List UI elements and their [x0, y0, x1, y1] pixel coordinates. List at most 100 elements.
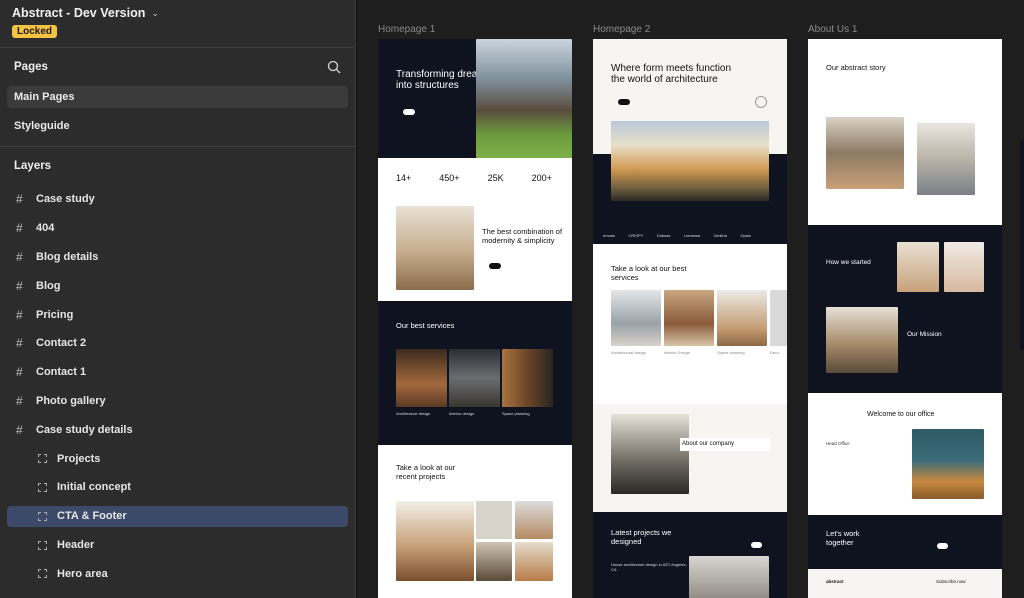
mission-title: Our Mission	[907, 331, 942, 338]
layer-case-study-details[interactable]: # Case study details	[0, 415, 355, 444]
frame-icon: #	[16, 422, 23, 437]
frame-label-homepage-2[interactable]: Homepage 2	[593, 24, 650, 35]
layer-label: 404	[36, 222, 55, 235]
cta-title: Let's work together	[826, 529, 860, 547]
project-image	[515, 542, 553, 581]
service-image	[449, 349, 500, 407]
latest-title: Latest projects we designed	[611, 528, 672, 546]
layer-pricing[interactable]: # Pricing	[0, 300, 355, 329]
service-label: Interior Design	[664, 350, 691, 355]
layer-photo-gallery[interactable]: # Photo gallery	[0, 387, 355, 416]
layer-label: Blog	[36, 279, 61, 292]
project-image	[515, 501, 553, 539]
layer-blog[interactable]: # Blog	[0, 271, 355, 300]
next-frame-edge	[1020, 140, 1024, 350]
mission-image	[826, 307, 898, 373]
pages-section-header: Pages	[0, 48, 355, 86]
project-header: Abstract - Dev Version ⌄ Locked	[0, 0, 355, 48]
project-title: Abstract - Dev Version	[12, 6, 146, 20]
search-icon[interactable]	[327, 60, 341, 74]
page-styleguide[interactable]: Styleguide	[7, 115, 348, 137]
latest-cta	[751, 542, 762, 548]
service-label: Architectural design	[611, 350, 647, 355]
section-icon	[38, 511, 47, 521]
layer-label: Header	[57, 539, 95, 552]
design-canvas[interactable]: Homepage 1 Homepage 2 About Us 1 Transfo…	[357, 0, 1024, 598]
partner-logo: CRISPY	[628, 233, 644, 238]
layer-label: Hero area	[57, 567, 108, 580]
projects-title: Take a look at our recent projects	[396, 463, 456, 481]
layer-blog-details[interactable]: # Blog details	[0, 243, 355, 272]
frame-icon: #	[16, 336, 23, 351]
hero-house-image	[611, 121, 769, 201]
section-icon	[38, 482, 47, 492]
partner-logo: envato	[603, 233, 616, 238]
about-image	[611, 414, 689, 494]
service-image	[502, 349, 553, 407]
partner-logo: Lumessa	[683, 233, 701, 238]
service-label: Deco	[770, 350, 780, 355]
project-image	[476, 542, 512, 581]
layers-title: Layers	[14, 160, 52, 172]
stats-section: 14+ 450+ 25K 200+	[378, 158, 572, 203]
hero-image-band: envato CRISPY Dubsas Lumessa Zenitha Opa…	[593, 121, 787, 244]
frame-icon: #	[16, 221, 23, 236]
cta-section: Let's work together	[808, 515, 1002, 569]
frame-label-homepage-1[interactable]: Homepage 1	[378, 24, 435, 35]
office-image	[912, 429, 984, 499]
hero-cta	[618, 99, 630, 105]
layer-contact-2[interactable]: # Contact 2	[0, 329, 355, 358]
project-title-dropdown[interactable]: Abstract - Dev Version ⌄	[12, 6, 343, 20]
play-icon	[755, 96, 767, 108]
layer-projects[interactable]: Projects	[0, 444, 355, 473]
started-image	[897, 242, 939, 292]
layer-header[interactable]: Header	[0, 531, 355, 560]
frame-icon: #	[16, 192, 23, 207]
frame-icon: #	[16, 307, 23, 322]
stat-value: 25K	[487, 173, 504, 183]
project-image	[476, 501, 512, 539]
page-main-pages[interactable]: Main Pages	[7, 86, 348, 108]
office-title: Welcome to our office	[867, 411, 935, 418]
story-image	[826, 117, 904, 189]
service-image	[717, 290, 767, 346]
frame-icon: #	[16, 365, 23, 380]
footer-subscribe: Subscribe now	[936, 579, 966, 584]
project-image	[396, 501, 474, 581]
section-icon	[38, 454, 47, 464]
partner-logos: envato CRISPY Dubsas Lumessa Zenitha Opa…	[603, 224, 760, 242]
started-image	[944, 242, 984, 292]
about-title: About our company	[680, 438, 770, 451]
layer-case-study[interactable]: # Case study	[0, 185, 355, 214]
story-image	[917, 123, 975, 195]
frame-about-us-1[interactable]: Our abstract story How we started Our Mi…	[808, 39, 1002, 598]
frame-homepage-1[interactable]: Transforming dreams into structures 14+ …	[378, 39, 572, 598]
layer-hero-area[interactable]: Hero area	[0, 560, 355, 589]
locked-badge: Locked	[12, 25, 58, 38]
frame-icon: #	[16, 393, 23, 408]
started-title: How we started	[826, 259, 871, 266]
layer-404[interactable]: #404	[0, 214, 355, 243]
hero-house-image	[476, 39, 572, 158]
about-section: About our company	[593, 404, 787, 512]
service-label: Space planning	[502, 411, 530, 416]
section-icon	[38, 569, 47, 579]
service-label: Architecture design	[396, 411, 431, 416]
service-image	[664, 290, 714, 346]
layer-label: Initial concept	[57, 481, 131, 494]
services-section: Our best services Architecture design In…	[378, 301, 572, 445]
layer-label: Contact 2	[36, 337, 87, 350]
stat-value: 450+	[439, 173, 460, 183]
frame-label-about-us-1[interactable]: About Us 1	[808, 24, 857, 35]
layer-cta-footer[interactable]: CTA & Footer	[7, 505, 348, 527]
layer-label: CTA & Footer	[57, 510, 127, 523]
layer-contact-1[interactable]: # Contact 1	[0, 358, 355, 387]
service-image	[611, 290, 661, 346]
service-label: Interior design	[449, 411, 475, 416]
layer-initial-concept[interactable]: Initial concept	[0, 473, 355, 502]
footer-brand: abstract	[826, 579, 844, 584]
stats-row: 14+ 450+ 25K 200+	[396, 173, 552, 183]
frame-homepage-2[interactable]: Where form meets function the world of a…	[593, 39, 787, 598]
layer-label: Projects	[57, 452, 101, 465]
footer-section: abstract Subscribe now	[808, 569, 1002, 598]
